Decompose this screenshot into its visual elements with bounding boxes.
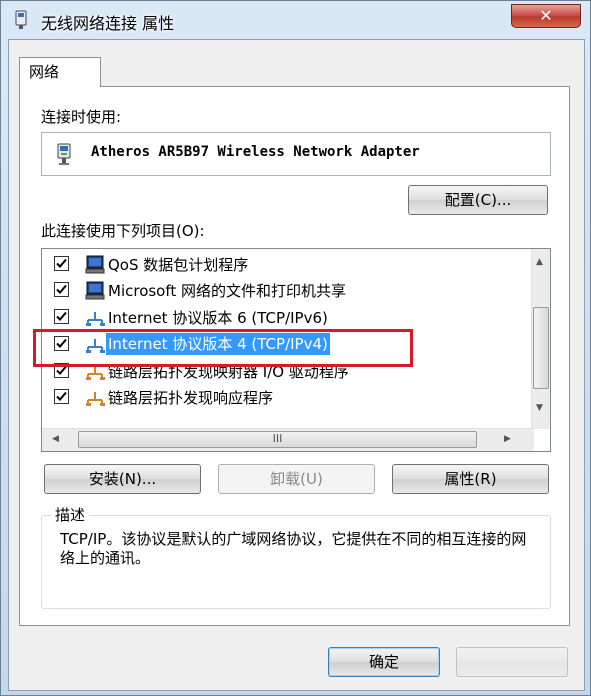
item-checkbox[interactable] — [54, 282, 69, 297]
checkmark-icon — [56, 391, 67, 401]
network-adapter-icon — [57, 143, 71, 165]
item-checkbox[interactable] — [54, 389, 69, 404]
network-adapter-icon — [15, 10, 27, 29]
protocol-icon — [86, 392, 105, 406]
network-client-icon — [85, 281, 105, 300]
items-section-label: 此连接使用下列项目(O): — [41, 222, 205, 240]
network-client-icon — [85, 255, 105, 274]
item-checkbox[interactable] — [54, 256, 69, 271]
vertical-scroll-thumb[interactable] — [533, 307, 549, 389]
window-title: 无线网络连接 属性 — [41, 14, 175, 33]
item-label: 链路层拓扑发现响应程序 — [108, 389, 274, 407]
scroll-left-icon[interactable]: ◀ — [52, 434, 59, 444]
ok-button[interactable]: 确定 — [328, 647, 440, 677]
protocol-icon — [86, 312, 105, 326]
vertical-scrollbar[interactable]: ▲ ▼ — [531, 249, 550, 429]
close-button[interactable]: ✕ — [511, 4, 581, 28]
item-label: QoS 数据包计划程序 — [108, 256, 249, 274]
install-button[interactable]: 安装(N)... — [44, 464, 201, 494]
item-label: Internet 协议版本 6 (TCP/IPv6) — [108, 309, 328, 327]
adapter-field: Atheros AR5B97 Wireless Network Adapter — [41, 132, 551, 176]
list-item[interactable]: Microsoft 网络的文件和打印机共享 — [42, 278, 527, 304]
horizontal-scroll-thumb[interactable]: III — [78, 431, 477, 448]
list-item[interactable]: QoS 数据包计划程序 — [42, 252, 527, 278]
scroll-down-icon[interactable]: ▼ — [536, 403, 543, 413]
checkmark-icon — [56, 311, 67, 321]
description-title: 描述 — [51, 504, 90, 525]
title-bar[interactable]: 无线网络连接 属性 ✕ — [1, 1, 591, 39]
checkmark-icon — [56, 284, 67, 294]
scroll-right-icon[interactable]: ▶ — [504, 434, 511, 444]
tab-network[interactable]: 网络 — [19, 57, 101, 87]
list-item[interactable]: Internet 协议版本 6 (TCP/IPv6) — [42, 305, 527, 331]
annotation-highlight — [33, 329, 413, 367]
checkmark-icon — [56, 258, 67, 268]
description-text: TCP/IP。该协议是默认的广域网络协议，它提供在不同的相互连接的网络上的通讯。 — [60, 530, 527, 567]
horizontal-scrollbar[interactable]: ◀ III ▶ — [42, 428, 534, 451]
list-item[interactable]: 链路层拓扑发现响应程序 — [42, 385, 527, 411]
configure-button[interactable]: 配置(C)... — [408, 185, 548, 215]
cancel-button[interactable] — [456, 647, 568, 677]
uninstall-button[interactable]: 卸载(U) — [218, 464, 375, 494]
properties-button[interactable]: 属性(R) — [392, 464, 549, 494]
scroll-up-icon[interactable]: ▲ — [536, 257, 543, 267]
connect-using-label: 连接时使用: — [41, 108, 122, 126]
item-label: Microsoft 网络的文件和打印机共享 — [108, 282, 347, 300]
item-checkbox[interactable] — [54, 309, 69, 324]
adapter-name: Atheros AR5B97 Wireless Network Adapter — [91, 144, 420, 160]
